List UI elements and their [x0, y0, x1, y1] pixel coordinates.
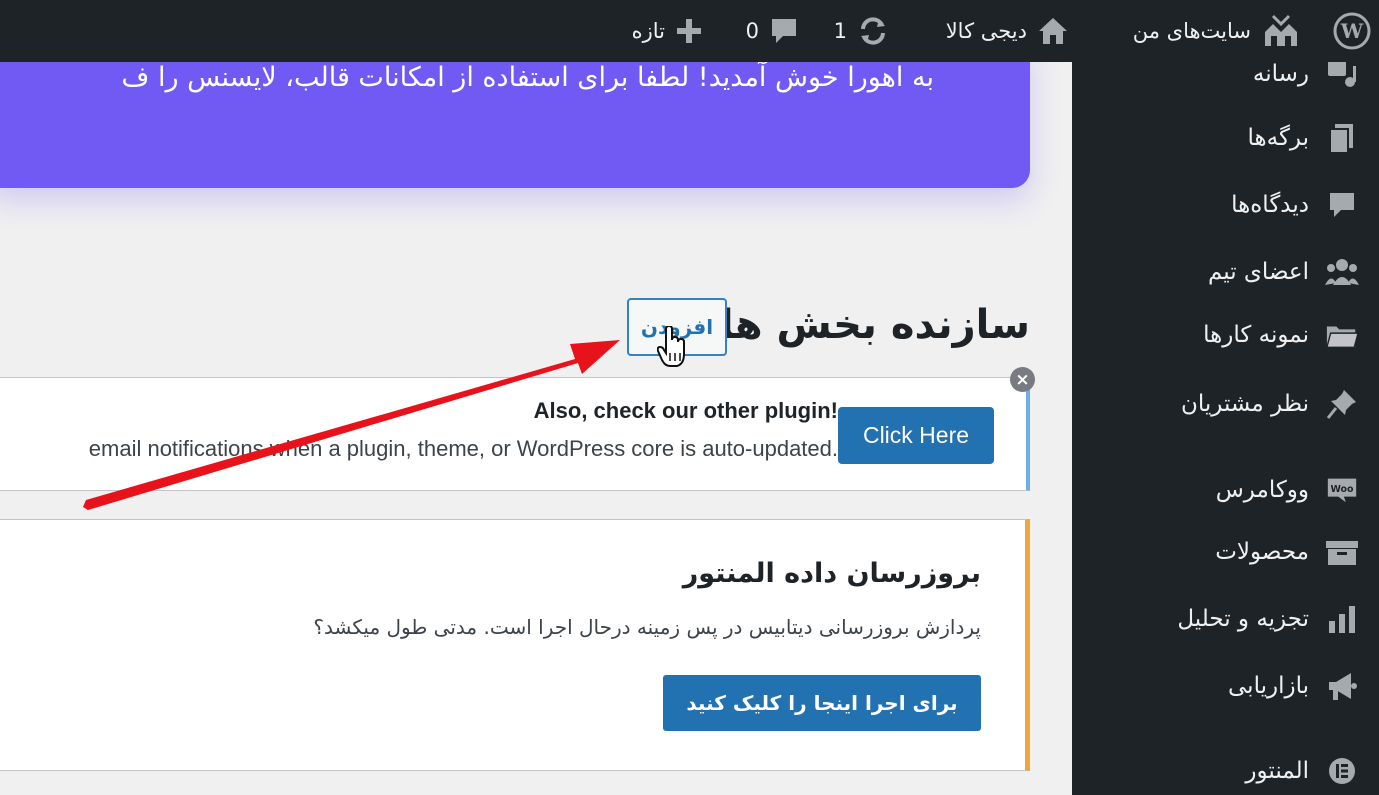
comments-icon — [1325, 188, 1359, 222]
sidebar-item-products[interactable]: محصولات — [1215, 532, 1359, 572]
sidebar-item-analytics[interactable]: تجزیه و تحلیل — [1177, 599, 1359, 639]
main-content: به اهورا خوش آمدید! لطفا برای استفاده از… — [0, 62, 1072, 795]
wordpress-logo-button[interactable]: W — [1333, 0, 1371, 62]
sidebar-item-label: رسانه — [1252, 61, 1309, 87]
admin-bar: W سایت‌های من دیجی کالا 1 0 تازه — [0, 0, 1379, 62]
plus-icon — [675, 17, 703, 45]
new-content-menu[interactable]: تازه — [632, 0, 703, 62]
welcome-banner: به اهورا خوش آمدید! لطفا برای استفاده از… — [0, 62, 1030, 188]
my-sites-menu[interactable]: سایت‌های من — [1133, 0, 1301, 62]
marketing-icon — [1325, 669, 1359, 703]
pages-icon — [1325, 121, 1359, 155]
wordpress-logo-icon: W — [1333, 12, 1371, 50]
comments-count: 0 — [745, 19, 759, 43]
sidebar-item-label: نظر مشتریان — [1180, 391, 1309, 417]
elementor-notice-title: بروزرسان داده المنتور — [682, 558, 981, 589]
sidebar-item-label: اعضای تیم — [1207, 259, 1309, 285]
products-icon — [1325, 535, 1359, 569]
sidebar-item-pages[interactable]: برگه‌ها — [1247, 118, 1359, 158]
sidebar-item-label: برگه‌ها — [1247, 125, 1309, 151]
analytics-icon — [1325, 602, 1359, 636]
page-title: سازنده بخش ها — [719, 302, 1030, 348]
sidebar-item-label: بازاریابی — [1228, 673, 1309, 699]
pin-icon — [1325, 387, 1359, 421]
my-sites-label: سایت‌های من — [1132, 19, 1251, 43]
sidebar-item-woocommerce[interactable]: Woo ووکامرس — [1216, 470, 1359, 510]
sidebar-item-testimonials[interactable]: نظر مشتریان — [1181, 384, 1359, 424]
media-icon — [1325, 57, 1359, 91]
svg-text:Woo: Woo — [1330, 484, 1354, 495]
multisite-icon — [1261, 14, 1301, 48]
svg-text:W: W — [1340, 19, 1364, 43]
sidebar-item-comments[interactable]: دیدگاه‌ها — [1231, 185, 1359, 225]
home-icon — [1037, 16, 1069, 46]
plugin-notice-description: email notifications when a plugin, theme… — [88, 436, 838, 461]
sidebar-item-label: محصولات — [1215, 539, 1309, 565]
elementor-update-notice: بروزرسان داده المنتور پردازش بروزرسانی د… — [0, 519, 1030, 771]
comment-bubble-icon — [769, 16, 799, 46]
sidebar-item-team[interactable]: اعضای تیم — [1208, 252, 1359, 292]
sidebar-item-label: ووکامرس — [1215, 477, 1309, 503]
sidebar-item-elementor[interactable]: المنتور — [1245, 751, 1359, 791]
welcome-text: به اهورا خوش آمدید! لطفا برای استفاده از… — [121, 62, 934, 93]
sidebar-item-label: دیدگاه‌ها — [1231, 192, 1309, 218]
portfolio-icon — [1325, 318, 1359, 352]
click-here-button[interactable]: Click Here — [838, 407, 994, 464]
comments-menu[interactable]: 0 — [746, 0, 799, 62]
team-icon — [1325, 255, 1359, 289]
updates-count: 1 — [833, 19, 847, 43]
hand-cursor-icon — [657, 326, 685, 367]
sidebar-item-label: نمونه کارها — [1203, 322, 1309, 348]
sidebar-item-marketing[interactable]: بازاریابی — [1228, 666, 1359, 706]
run-update-button[interactable]: برای اجرا اینجا را کلیک کنید — [663, 675, 981, 731]
sidebar-item-label: تجزیه و تحلیل — [1177, 606, 1309, 632]
new-content-label: تازه — [631, 19, 665, 43]
updates-menu[interactable]: 1 — [834, 0, 889, 62]
admin-sidebar: رسانه برگه‌ها دیدگاه‌ها اعضای تیم نمونه … — [1072, 60, 1379, 795]
site-name-label: دیجی کالا — [945, 19, 1027, 43]
plugin-notice-title: Also, check our other plugin! — [533, 398, 838, 423]
elementor-icon — [1325, 754, 1359, 788]
site-name-menu[interactable]: دیجی کالا — [946, 0, 1069, 62]
dismiss-notice-icon[interactable]: × — [1010, 367, 1035, 392]
woo-icon: Woo — [1325, 473, 1359, 507]
sidebar-item-label: المنتور — [1245, 758, 1309, 784]
elementor-notice-description: پردازش بروزرسانی دیتابیس در پس زمینه درح… — [313, 615, 981, 639]
updates-icon — [857, 15, 889, 47]
sidebar-item-portfolio[interactable]: نمونه کارها — [1203, 315, 1359, 355]
